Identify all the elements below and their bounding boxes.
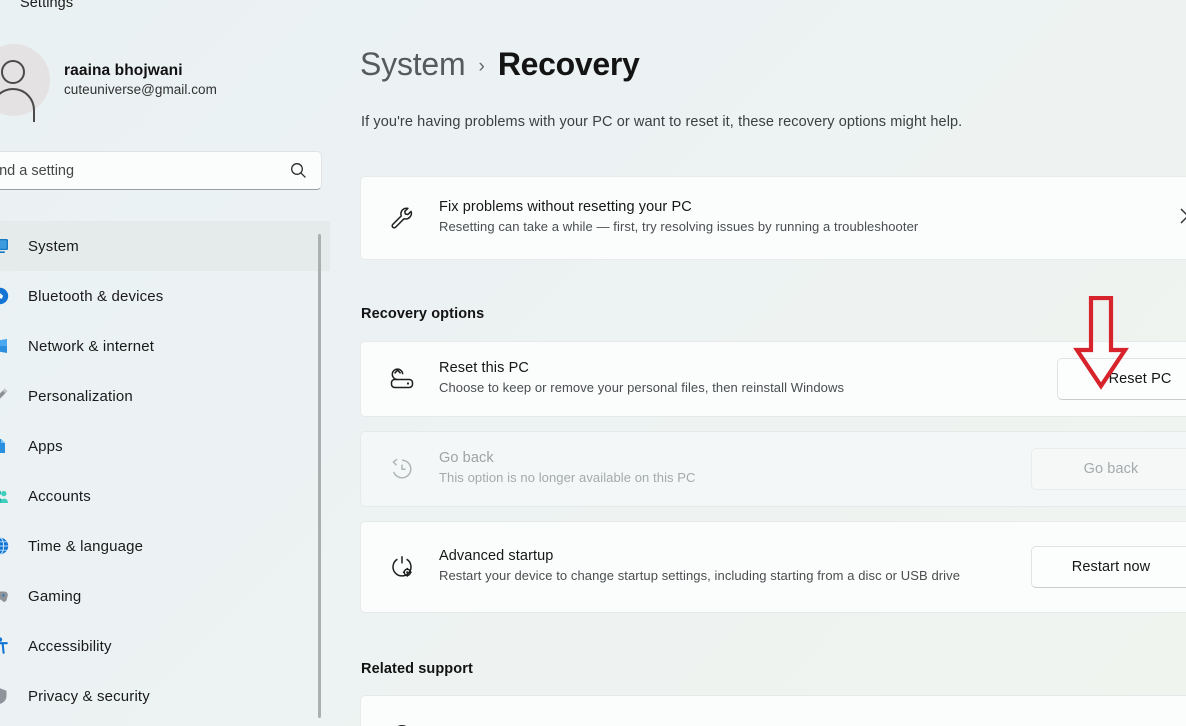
- system-icon: [0, 234, 12, 258]
- advanced-startup-row[interactable]: Advanced startup Restart your device to …: [360, 521, 1186, 613]
- sidebar-item-label: Personalization: [28, 387, 133, 405]
- person-avatar-icon-body: [0, 88, 35, 122]
- go-back-clock-icon: [383, 456, 421, 482]
- sidebar-scrollbar[interactable]: [318, 234, 321, 718]
- gaming-icon: [0, 584, 12, 608]
- go-back-subtitle: This option is no longer available on th…: [439, 470, 696, 486]
- fix-problems-title: Fix problems without resetting your PC: [439, 199, 692, 216]
- search-icon[interactable]: [290, 162, 307, 179]
- person-avatar-icon-head: [1, 60, 25, 84]
- advanced-startup-subtitle: Restart your device to change startup se…: [439, 568, 961, 584]
- sidebar-item-accounts[interactable]: Accounts: [0, 471, 330, 521]
- account-name: raaina bhojwani: [64, 62, 183, 80]
- recovery-options-heading: Recovery options: [361, 306, 485, 322]
- sidebar-item-label: Time & language: [28, 537, 144, 555]
- account-block[interactable]: raaina bhojwani cuteuniverse@gmail.com: [0, 44, 217, 122]
- settings-sidebar: Settings raaina bhojwani cuteuniverse@gm…: [0, 0, 330, 726]
- sidebar-item-personalization[interactable]: Personalization: [0, 371, 330, 421]
- wrench-icon: [383, 205, 421, 231]
- related-support-card[interactable]: [360, 695, 1186, 726]
- page-title: Recovery: [497, 46, 640, 82]
- page-description: If you're having problems with your PC o…: [361, 114, 963, 130]
- reset-this-pc-row[interactable]: Reset this PC Choose to keep or remove y…: [360, 341, 1186, 417]
- bluetooth-icon: [0, 284, 12, 308]
- sidebar-item-label: System: [28, 237, 79, 255]
- account-email: cuteuniverse@gmail.com: [64, 82, 217, 98]
- advanced-startup-icon: [383, 553, 421, 581]
- breadcrumb-separator-icon: ›: [478, 56, 485, 77]
- restart-now-button[interactable]: Restart now: [1031, 546, 1186, 588]
- sidebar-item-label: Network & internet: [28, 337, 155, 355]
- sidebar-item-label: Bluetooth & devices: [28, 287, 164, 305]
- help-circle-icon: [383, 722, 421, 726]
- sidebar-item-label: Gaming: [28, 587, 82, 605]
- go-back-button: Go back: [1031, 448, 1186, 490]
- sidebar-item-system[interactable]: System: [0, 221, 330, 271]
- settings-content: System › Recovery If you're having probl…: [330, 0, 1186, 726]
- sidebar-item-bluetooth-devices[interactable]: Bluetooth & devices: [0, 271, 330, 321]
- privacy-security-icon: [0, 684, 12, 708]
- sidebar-item-accessibility[interactable]: Accessibility: [0, 621, 330, 671]
- accounts-icon: [0, 484, 12, 508]
- personalization-icon: [0, 384, 12, 408]
- chevron-right-icon[interactable]: [1179, 206, 1186, 231]
- accessibility-icon: [0, 634, 12, 658]
- go-back-row: Go back This option is no longer availab…: [360, 431, 1186, 507]
- fix-problems-subtitle: Resetting can take a while — first, try …: [439, 219, 919, 235]
- sidebar-item-time-language[interactable]: Time & language: [0, 521, 330, 571]
- sidebar-nav: System Bluetooth & devices Network & inter…: [0, 221, 330, 721]
- reset-pc-icon: [383, 365, 421, 393]
- search-box[interactable]: [0, 151, 322, 190]
- sidebar-item-label: Apps: [28, 437, 63, 455]
- sidebar-item-network-internet[interactable]: Network & internet: [0, 321, 330, 371]
- sidebar-item-label: Accounts: [28, 487, 91, 505]
- reset-this-pc-title: Reset this PC: [439, 360, 529, 377]
- sidebar-item-label: Privacy & security: [28, 687, 150, 705]
- app-title: Settings: [20, 0, 74, 11]
- sidebar-item-gaming[interactable]: Gaming: [0, 571, 330, 621]
- avatar: [0, 44, 50, 122]
- breadcrumb: System › Recovery: [360, 46, 640, 83]
- time-language-icon: [0, 534, 12, 558]
- network-icon: [0, 334, 12, 358]
- reset-pc-button[interactable]: Reset PC: [1057, 358, 1186, 400]
- advanced-startup-title: Advanced startup: [439, 548, 554, 565]
- breadcrumb-parent[interactable]: System: [360, 46, 466, 83]
- search-input[interactable]: [0, 162, 290, 179]
- sidebar-item-privacy-security[interactable]: Privacy & security: [0, 671, 330, 721]
- go-back-title: Go back: [439, 450, 494, 467]
- sidebar-item-apps[interactable]: Apps: [0, 421, 330, 471]
- related-support-heading: Related support: [361, 661, 473, 677]
- apps-icon: [0, 434, 12, 458]
- reset-this-pc-subtitle: Choose to keep or remove your personal f…: [439, 380, 845, 396]
- fix-problems-card[interactable]: Fix problems without resetting your PC R…: [360, 176, 1186, 260]
- sidebar-item-label: Accessibility: [28, 637, 112, 655]
